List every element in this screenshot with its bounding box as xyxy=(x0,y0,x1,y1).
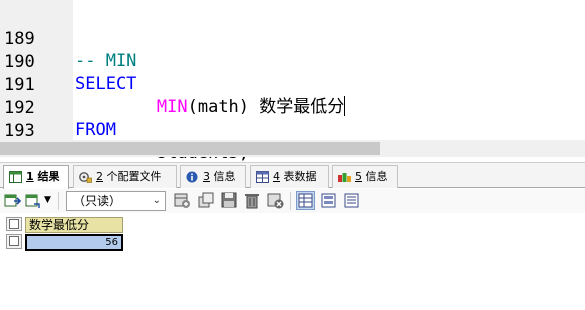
info-icon xyxy=(186,171,198,183)
result-mode-value: （只读） xyxy=(73,194,122,208)
delete-icon[interactable] xyxy=(244,192,261,209)
result-grid-icon xyxy=(9,171,22,183)
tab-key: 4 xyxy=(273,170,280,183)
toolbar-separator xyxy=(58,192,59,210)
sql-keyword-from: FROM xyxy=(75,120,116,140)
tab-info[interactable]: 3 信息 xyxy=(180,165,246,188)
save-icon[interactable] xyxy=(221,192,238,209)
chevron-down-icon: ⌄ xyxy=(152,195,161,206)
code-line-192[interactable]: 192 FROM xyxy=(0,75,116,140)
tab-label: 个配置文件 xyxy=(106,170,162,183)
select-all-checkbox[interactable] xyxy=(6,217,22,231)
code-line-193[interactable]: 193 student3; xyxy=(0,98,249,163)
text-caret xyxy=(344,96,346,116)
tab-key: 2 xyxy=(96,170,103,183)
result-toolbar: ▼ （只读） ⌄ xyxy=(0,189,585,213)
scrollbar-thumb[interactable] xyxy=(0,142,380,155)
sql-function-min: MIN xyxy=(156,97,188,117)
result-tab-bar: 1 结果 2 个配置文件 3 信息 4 表数据 5 信息 xyxy=(0,162,585,189)
form-view-icon[interactable] xyxy=(320,192,337,209)
editor-horizontal-scrollbar[interactable] xyxy=(0,140,585,157)
grid-view-icon[interactable] xyxy=(296,191,315,210)
grid-cell[interactable]: 56 xyxy=(25,234,123,251)
messages-icon xyxy=(338,173,351,182)
toolbar-separator xyxy=(290,192,291,210)
code-line-191[interactable]: 191 MIN(math) 数学最低分 xyxy=(0,52,346,117)
text-view-icon[interactable] xyxy=(343,192,360,209)
result-mode-select[interactable]: （只读） ⌄ xyxy=(66,191,166,211)
sql-expression: (math) 数学最低分 xyxy=(187,97,345,117)
tab-label: 信息 xyxy=(213,170,236,183)
result-grid: 数学最低分 56 xyxy=(0,215,585,310)
tab-key: 1 xyxy=(26,170,34,183)
add-row-icon[interactable] xyxy=(174,192,191,209)
chevron-down-icon[interactable]: ▼ xyxy=(44,195,51,205)
code-line-189[interactable]: 189 -- MIN xyxy=(0,6,136,71)
tab-label: 信息 xyxy=(365,170,388,183)
tab-profiles[interactable]: 2 个配置文件 xyxy=(73,165,177,188)
column-header[interactable]: 数学最低分 xyxy=(25,217,123,233)
tab-label: 表数据 xyxy=(283,170,317,183)
import-icon[interactable] xyxy=(25,192,42,209)
table-data-icon xyxy=(256,171,269,183)
tab-key: 3 xyxy=(203,170,210,183)
sql-comment: -- MIN xyxy=(75,51,137,71)
tab-messages[interactable]: 5 信息 xyxy=(332,165,398,188)
tab-label: 结果 xyxy=(37,170,60,183)
profile-icon xyxy=(79,172,92,183)
tab-results[interactable]: 1 结果 xyxy=(3,165,69,189)
line-number: 193 xyxy=(4,121,35,141)
export-icon[interactable] xyxy=(4,192,21,209)
tab-key: 5 xyxy=(355,170,362,183)
code-line-190[interactable]: 190 SELECT xyxy=(0,29,136,94)
tab-table-data[interactable]: 4 表数据 xyxy=(250,165,329,188)
row-checkbox[interactable] xyxy=(6,234,22,249)
sql-editor[interactable]: 189 -- MIN 190 SELECT 191 MIN(math) 数学最低… xyxy=(0,0,585,163)
cancel-icon[interactable] xyxy=(267,192,284,209)
sql-keyword-select: SELECT xyxy=(75,74,137,94)
copy-row-icon[interactable] xyxy=(198,192,215,209)
